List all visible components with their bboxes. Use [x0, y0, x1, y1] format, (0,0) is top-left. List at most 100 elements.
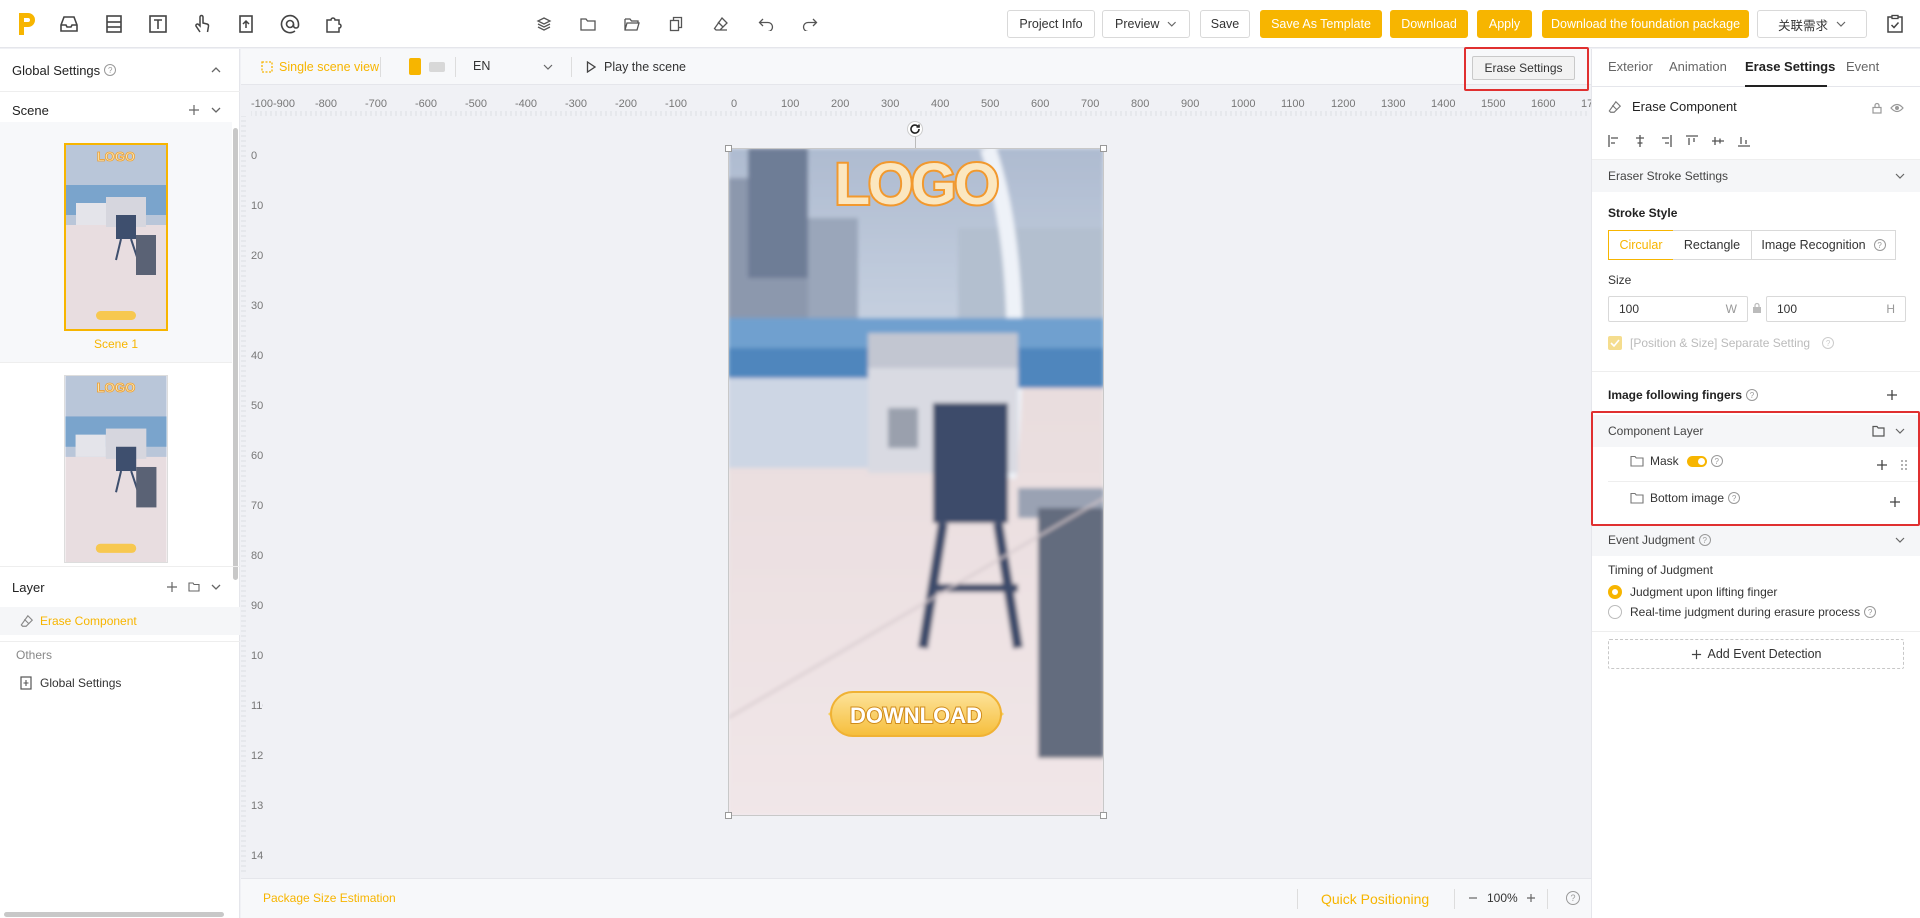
stroke-style-circular[interactable]: Circular: [1608, 230, 1674, 260]
help-icon[interactable]: ?: [1566, 891, 1580, 905]
folder-icon[interactable]: [188, 581, 200, 593]
phone-preview[interactable]: LOGO DOWNLOAD: [728, 148, 1104, 816]
folder-icon[interactable]: [578, 14, 598, 34]
eraser-stroke-section-header[interactable]: Eraser Stroke Settings: [1592, 160, 1920, 192]
ruler-tick-label: 1600: [1531, 98, 1555, 110]
add-scene-icon[interactable]: [188, 104, 200, 116]
align-middle-icon[interactable]: [1712, 135, 1724, 147]
tab-event[interactable]: Event: [1846, 59, 1879, 74]
chevron-down-icon[interactable]: [210, 104, 222, 116]
layer-row-mask[interactable]: Mask ?: [1630, 454, 1723, 468]
upload-file-icon[interactable]: [234, 12, 258, 36]
at-sign-icon[interactable]: [278, 12, 302, 36]
rotate-handle-icon[interactable]: [907, 121, 923, 137]
apply-button[interactable]: Apply: [1477, 10, 1532, 38]
add-icon[interactable]: [1876, 459, 1888, 471]
link-requirement-label: 关联需求: [1777, 18, 1828, 33]
app-logo-icon[interactable]: [16, 10, 38, 38]
timing-option-lifting-finger[interactable]: Judgment upon lifting finger: [1608, 583, 1908, 601]
download-button[interactable]: Download: [1390, 10, 1468, 38]
stroke-style-rectangle[interactable]: Rectangle: [1673, 230, 1752, 260]
link-requirement-dropdown[interactable]: 关联需求: [1757, 10, 1867, 38]
chevron-up-icon[interactable]: [210, 64, 222, 76]
ruler-tick-label: 500: [981, 98, 999, 110]
width-input[interactable]: 100 W: [1608, 296, 1748, 322]
redo-icon[interactable]: [800, 14, 820, 34]
align-center-icon[interactable]: [1634, 135, 1646, 147]
align-bottom-icon[interactable]: [1738, 135, 1750, 147]
scene-scrollbar[interactable]: [233, 128, 238, 580]
lock-icon[interactable]: [1871, 102, 1883, 114]
event-judgment-section-header[interactable]: Event Judgment ?: [1592, 524, 1920, 556]
single-scene-view-toggle[interactable]: Single scene view: [261, 60, 379, 74]
plugin-icon[interactable]: [322, 12, 346, 36]
text-icon[interactable]: [146, 12, 170, 36]
help-icon[interactable]: ?: [1746, 389, 1759, 401]
drag-handle-icon[interactable]: [1900, 459, 1908, 471]
quick-positioning-link[interactable]: Quick Positioning: [1321, 891, 1429, 907]
horizontal-scrollbar[interactable]: [4, 912, 224, 917]
layer-item-erase-component[interactable]: Erase Component: [0, 607, 240, 635]
resize-handle[interactable]: [725, 145, 732, 152]
save-button[interactable]: Save: [1200, 10, 1250, 38]
folder-icon[interactable]: [1872, 425, 1885, 437]
help-icon[interactable]: ?: [104, 64, 117, 76]
play-scene-button[interactable]: Play the scene: [586, 60, 686, 74]
help-icon[interactable]: ?: [1710, 455, 1723, 467]
help-icon[interactable]: ?: [1698, 534, 1711, 546]
separate-setting-checkbox[interactable]: [Position & Size] Separate Setting ?: [1608, 336, 1835, 350]
align-right-icon[interactable]: [1660, 135, 1672, 147]
layout-icon[interactable]: [102, 12, 126, 36]
undo-icon[interactable]: [756, 14, 776, 34]
scene-thumbnail[interactable]: LOGO: [64, 143, 168, 331]
inbox-icon[interactable]: [57, 12, 81, 36]
copy-icon[interactable]: [666, 14, 686, 34]
resize-handle[interactable]: [725, 812, 732, 819]
zoom-out-icon[interactable]: [1468, 893, 1478, 903]
height-input[interactable]: 100 H: [1766, 296, 1906, 322]
erase-settings-button[interactable]: Erase Settings: [1472, 56, 1575, 80]
color-swatch-gray[interactable]: [429, 62, 445, 72]
layers-icon[interactable]: [534, 14, 554, 34]
others-item-global-settings[interactable]: Global Settings: [0, 669, 240, 697]
add-icon[interactable]: [1886, 389, 1898, 401]
package-size-link[interactable]: Package Size Estimation: [263, 891, 396, 905]
chevron-down-icon[interactable]: [210, 581, 222, 593]
scene-thumbnail[interactable]: LOGO: [64, 375, 168, 563]
resize-handle[interactable]: [1100, 812, 1107, 819]
align-top-icon[interactable]: [1686, 135, 1698, 147]
mask-visibility-toggle[interactable]: [1686, 455, 1707, 467]
align-left-icon[interactable]: [1608, 135, 1620, 147]
help-icon[interactable]: ?: [1728, 492, 1741, 504]
zoom-in-icon[interactable]: [1526, 893, 1536, 903]
add-event-detection-button[interactable]: Add Event Detection: [1608, 639, 1904, 669]
add-layer-icon[interactable]: [166, 581, 178, 593]
scene-card-1[interactable]: LOGO Scene 1: [0, 122, 232, 362]
layer-row-bottom-image[interactable]: Bottom image ?: [1630, 491, 1741, 505]
resize-handle[interactable]: [1100, 145, 1107, 152]
color-swatch-yellow[interactable]: [409, 58, 421, 75]
project-info-button[interactable]: Project Info: [1007, 10, 1095, 38]
download-foundation-button[interactable]: Download the foundation package: [1542, 10, 1749, 38]
timing-option-realtime[interactable]: Real-time judgment during erasure proces…: [1608, 603, 1918, 621]
help-icon[interactable]: ?: [1822, 337, 1835, 349]
lock-ratio-icon[interactable]: [1752, 302, 1762, 314]
tab-exterior[interactable]: Exterior: [1608, 59, 1653, 74]
component-layer-section-header[interactable]: Component Layer: [1592, 415, 1920, 447]
checklist-icon[interactable]: [1883, 12, 1907, 36]
scene-card-2[interactable]: LOGO: [0, 363, 232, 563]
preview-dropdown[interactable]: Preview: [1102, 10, 1190, 38]
language-select[interactable]: EN: [473, 59, 553, 73]
tab-animation[interactable]: Animation: [1669, 59, 1727, 74]
help-icon[interactable]: ?: [1873, 239, 1886, 251]
add-icon[interactable]: [1889, 496, 1901, 508]
eraser-icon[interactable]: [711, 14, 731, 34]
stroke-style-image-recognition[interactable]: Image Recognition ?: [1752, 230, 1896, 260]
eye-icon[interactable]: [1890, 102, 1904, 114]
touch-icon[interactable]: [190, 12, 214, 36]
tab-erase-settings[interactable]: Erase Settings: [1745, 59, 1835, 74]
help-icon[interactable]: ?: [1864, 606, 1877, 618]
folder-open-icon[interactable]: [622, 14, 642, 34]
global-settings-header[interactable]: Global Settings ?: [0, 52, 240, 88]
save-as-template-button[interactable]: Save As Template: [1260, 10, 1382, 38]
